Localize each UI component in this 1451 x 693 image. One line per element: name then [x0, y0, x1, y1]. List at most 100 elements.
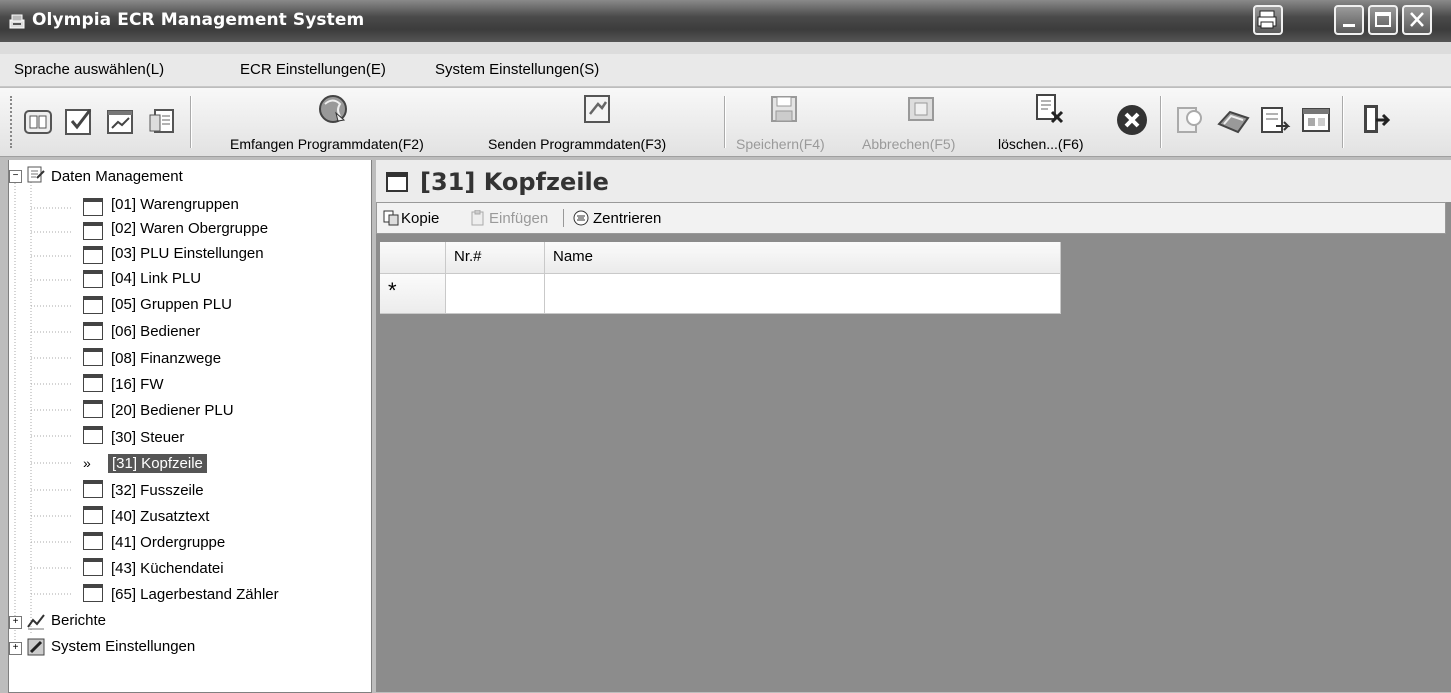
printer-icon — [1257, 10, 1277, 29]
action-separator — [563, 209, 564, 227]
table-icon — [386, 172, 408, 192]
tree-item-bediener[interactable]: [06] Bediener — [111, 323, 200, 340]
cancel-button: Abbrechen(F5) — [862, 136, 956, 152]
new-row-marker: * — [380, 274, 446, 314]
table-icon — [83, 558, 103, 576]
table-icon — [83, 584, 103, 602]
tree-item-kuechendatei[interactable]: [43] Küchendatei — [111, 560, 224, 577]
table-icon — [83, 532, 103, 550]
save-button: Speichern(F4) — [736, 136, 825, 152]
search-document-icon — [1177, 107, 1202, 133]
insert-button: Einfügen — [489, 210, 549, 227]
content-header: [31] Kopfzeile — [376, 160, 1451, 202]
print-button[interactable] — [1253, 5, 1283, 35]
table-icon — [83, 506, 103, 524]
menu-system-settings[interactable]: System Einstellungen(S) — [435, 61, 599, 78]
navigation-tree: − Daten Management [01] Warengruppen [02… — [8, 160, 372, 693]
system-tools-icon — [27, 638, 45, 656]
table-icon — [83, 198, 103, 216]
report-chart-icon[interactable] — [104, 106, 136, 138]
tree-item-lagerbestand-zaehler[interactable]: [65] Lagerbestand Zähler — [111, 586, 279, 603]
maximize-button[interactable] — [1368, 5, 1398, 35]
tree-item-system-einstellungen[interactable]: System Einstellungen — [51, 638, 195, 655]
expand-toggle[interactable]: + — [9, 616, 22, 629]
menu-ecr-settings[interactable]: ECR Einstellungen(E) — [240, 61, 386, 78]
table-icon — [83, 246, 103, 264]
delete-button[interactable]: löschen...(F6) — [998, 136, 1084, 152]
title-bar: Olympia ECR Management System — [0, 0, 1451, 42]
data-management-icon — [27, 166, 45, 183]
tree-root-data-management[interactable]: Daten Management — [51, 168, 183, 185]
copy-icon — [383, 210, 399, 226]
tree-item-ordergruppe[interactable]: [41] Ordergruppe — [111, 534, 225, 551]
settings-window-icon[interactable] — [1300, 104, 1332, 136]
tree-item-fw[interactable]: [16] FW — [111, 376, 164, 393]
save-disk-icon — [771, 96, 797, 122]
send-program-data-button[interactable]: Senden Programmdaten(F3) — [488, 136, 666, 152]
send-data-icon[interactable] — [580, 92, 614, 126]
tree-item-gruppen-plu[interactable]: [05] Gruppen PLU — [111, 296, 232, 313]
delete-document-icon[interactable] — [1032, 92, 1066, 126]
minimize-icon — [1343, 24, 1355, 27]
content-pane: [31] Kopfzeile Kopie Einfügen Zentrieren… — [376, 160, 1451, 692]
selected-marker-icon: » — [83, 455, 91, 471]
toolbar-separator — [1160, 96, 1162, 148]
table-icon — [83, 348, 103, 366]
expand-toggle[interactable]: + — [9, 642, 22, 655]
tree-item-link-plu[interactable]: [04] Link PLU — [111, 270, 201, 287]
column-header-nr[interactable]: Nr.# — [446, 242, 545, 274]
document-list-icon[interactable] — [146, 106, 178, 138]
tree-item-bediener-plu[interactable]: [20] Bediener PLU — [111, 402, 234, 419]
grid-corner-header — [380, 242, 446, 274]
collapse-toggle[interactable]: − — [9, 170, 22, 183]
new-row-name-cell[interactable] — [545, 274, 1061, 314]
window-title: Olympia ECR Management System — [32, 10, 365, 30]
table-icon — [83, 296, 103, 314]
data-grid: Nr.# Name * — [380, 242, 1061, 314]
toolbar-grip — [10, 96, 16, 148]
toolbar-separator — [190, 96, 192, 148]
close-icon — [1410, 12, 1424, 27]
tree-item-steuer[interactable]: [30] Steuer — [111, 429, 184, 446]
toolbar-separator — [1342, 96, 1344, 148]
table-icon — [83, 222, 103, 240]
column-header-name[interactable]: Name — [545, 242, 1061, 274]
tree-item-warengruppen[interactable]: [01] Warengruppen — [111, 196, 239, 213]
tree-item-fusszeile[interactable]: [32] Fusszeile — [111, 482, 204, 499]
toolbar: Emfangen Programmdaten(F2) Senden Progra… — [0, 88, 1451, 157]
close-circle-icon[interactable] — [1114, 102, 1150, 138]
cancel-edit-icon — [908, 97, 934, 121]
close-window-button[interactable] — [1402, 5, 1432, 35]
receive-globe-icon[interactable] — [316, 92, 350, 126]
receive-program-data-button[interactable]: Emfangen Programmdaten(F2) — [230, 136, 424, 152]
table-icon — [83, 400, 103, 418]
tree-item-berichte[interactable]: Berichte — [51, 612, 106, 629]
paste-icon — [471, 210, 484, 226]
tree-item-zusatztext[interactable]: [40] Zusatztext — [111, 508, 209, 525]
table-icon — [83, 374, 103, 392]
exit-door-icon[interactable] — [1358, 102, 1392, 136]
minimize-button[interactable] — [1334, 5, 1364, 35]
checklist-icon[interactable] — [62, 104, 96, 138]
toolbar-separator — [724, 96, 726, 148]
tree-item-kopfzeile-selected[interactable]: [31] Kopfzeile — [108, 454, 207, 473]
tree-item-finanzwege[interactable]: [08] Finanzwege — [111, 350, 221, 367]
table-icon — [83, 426, 103, 444]
keyboard-settings-icon[interactable] — [22, 106, 54, 138]
tree-item-plu-einstellungen[interactable]: [03] PLU Einstellungen — [111, 245, 264, 262]
maximize-icon — [1375, 12, 1391, 27]
app-icon — [9, 14, 25, 29]
center-align-icon — [573, 210, 589, 226]
page-title: [31] Kopfzeile — [420, 168, 609, 196]
export-report-icon[interactable] — [1258, 104, 1292, 136]
tree-item-waren-obergruppe[interactable]: [02] Waren Obergruppe — [111, 220, 268, 237]
table-icon — [83, 270, 103, 288]
copy-button[interactable]: Kopie — [401, 210, 439, 227]
center-button[interactable]: Zentrieren — [593, 210, 661, 227]
menu-bar: Sprache auswählen(L) ECR Einstellungen(E… — [0, 54, 1451, 87]
menu-language[interactable]: Sprache auswählen(L) — [14, 61, 164, 78]
action-bar: Kopie Einfügen Zentrieren — [376, 202, 1446, 234]
window-frame — [0, 42, 1451, 54]
new-row-nr-cell[interactable] — [446, 274, 545, 314]
cash-register-icon[interactable] — [1216, 104, 1250, 136]
